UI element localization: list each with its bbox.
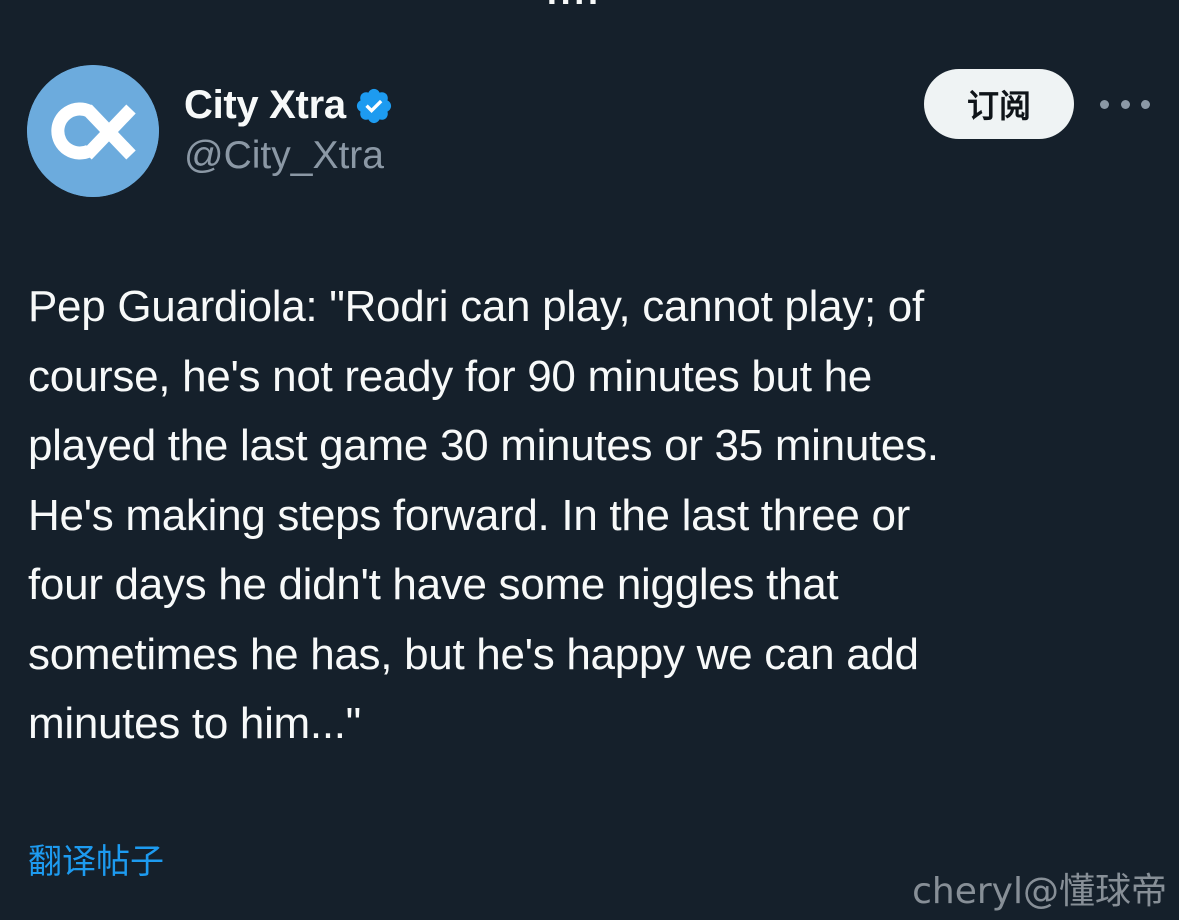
more-dot bbox=[1120, 99, 1130, 109]
verified-badge-icon[interactable] bbox=[354, 86, 394, 126]
more-dot bbox=[1141, 99, 1150, 109]
cropped-status-fragment: ▮▮▮▮ bbox=[548, 0, 620, 4]
cx-logo-icon bbox=[27, 65, 159, 197]
account-handle[interactable]: @City_Xtra bbox=[184, 134, 384, 178]
tweet-text: Pep Guardiola: "Rodri can play, cannot p… bbox=[28, 282, 939, 748]
author-name-row[interactable]: City Xtra bbox=[184, 80, 394, 130]
display-name[interactable]: City Xtra bbox=[184, 83, 346, 128]
avatar[interactable] bbox=[27, 65, 159, 197]
translate-post-link[interactable]: 翻译帖子 bbox=[28, 834, 164, 883]
watermark: cheryl@懂球帝 bbox=[912, 871, 1167, 912]
more-dot bbox=[1100, 99, 1109, 109]
more-options-icon[interactable] bbox=[1100, 92, 1150, 116]
subscribe-button[interactable]: 订阅 bbox=[924, 69, 1074, 139]
